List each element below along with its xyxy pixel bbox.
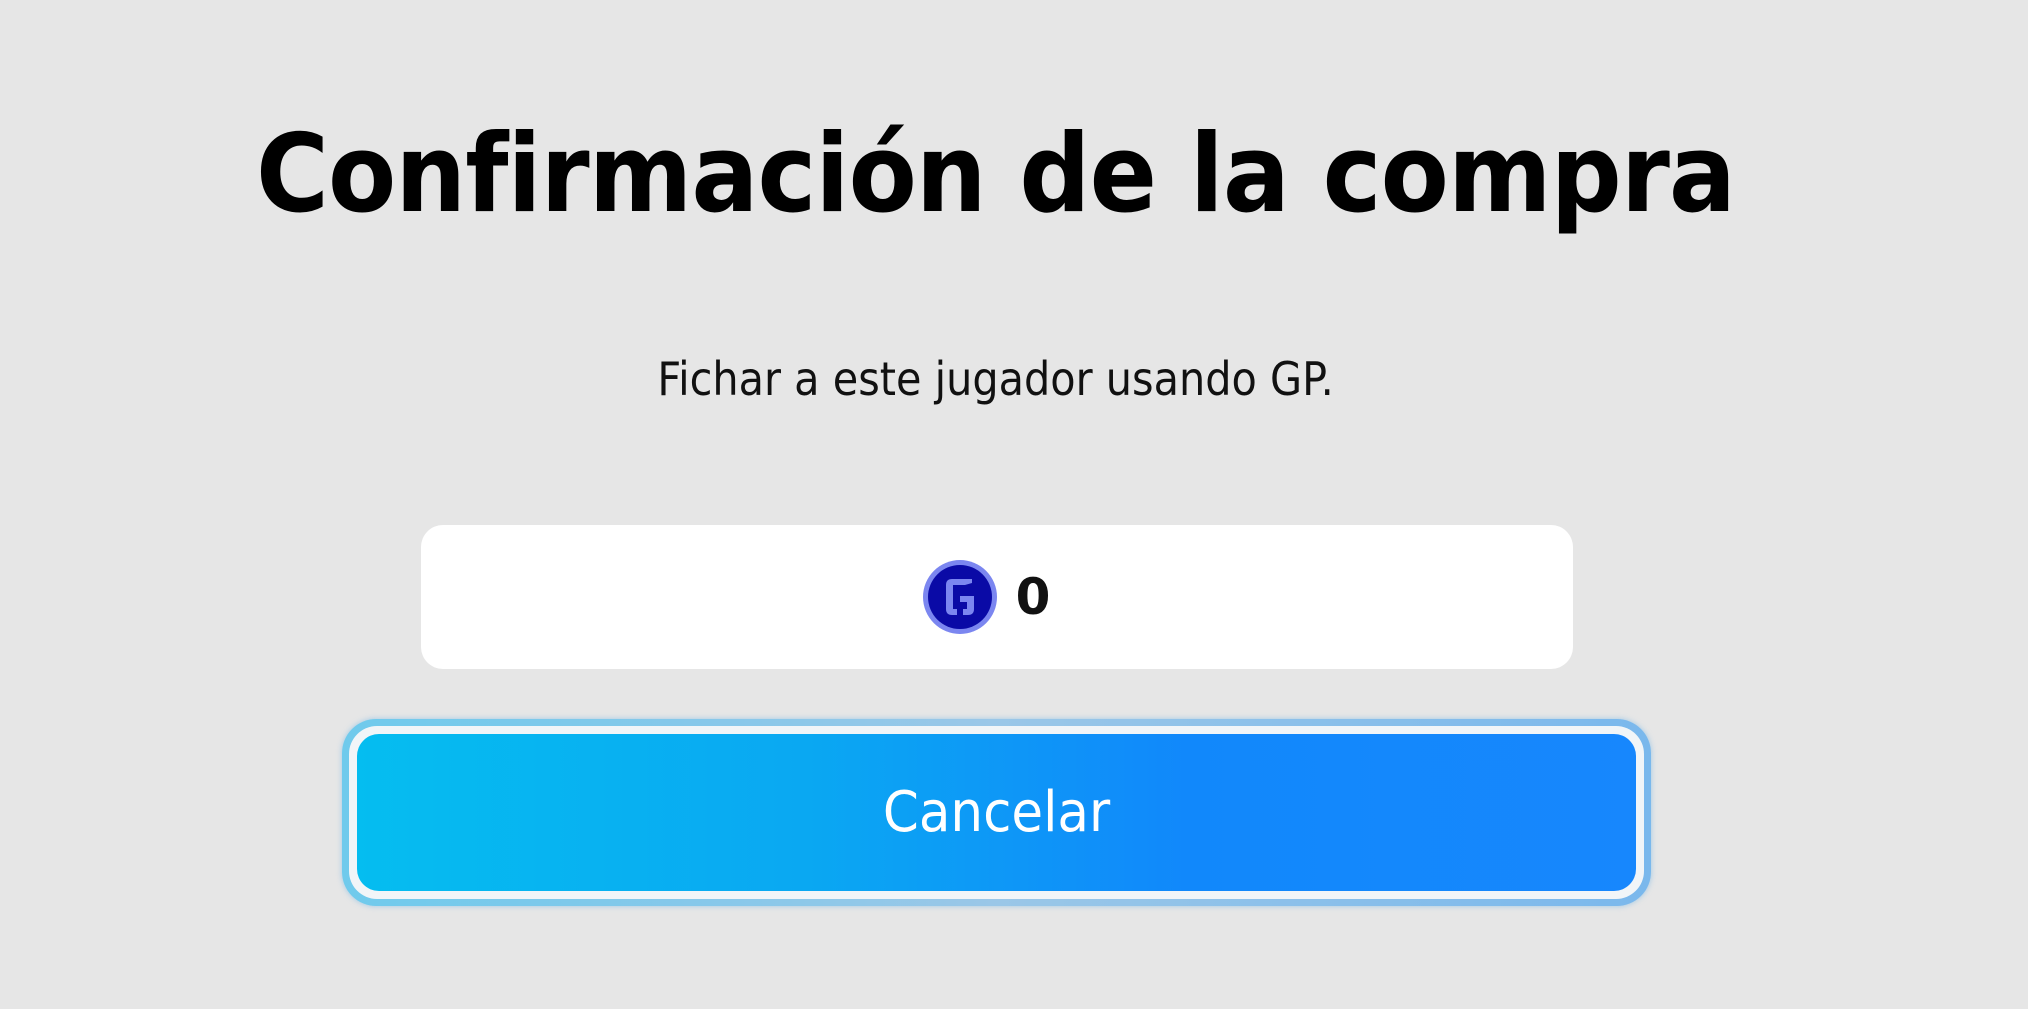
price-content: 0: [922, 559, 1051, 635]
price-value: 0: [1015, 568, 1051, 626]
cancel-button-frame: Cancelar: [342, 719, 1651, 906]
dialog-title: Confirmación de la compra: [256, 112, 1736, 237]
price-display: 0: [421, 525, 1573, 669]
cancel-button[interactable]: Cancelar: [357, 734, 1636, 891]
cancel-button-label: Cancelar: [882, 780, 1111, 845]
gp-coin-icon: [922, 559, 998, 635]
purchase-confirmation-dialog: Confirmación de la compra Fichar a este …: [0, 0, 2028, 1009]
dialog-message: Fichar a este jugador usando GP.: [657, 352, 1334, 406]
